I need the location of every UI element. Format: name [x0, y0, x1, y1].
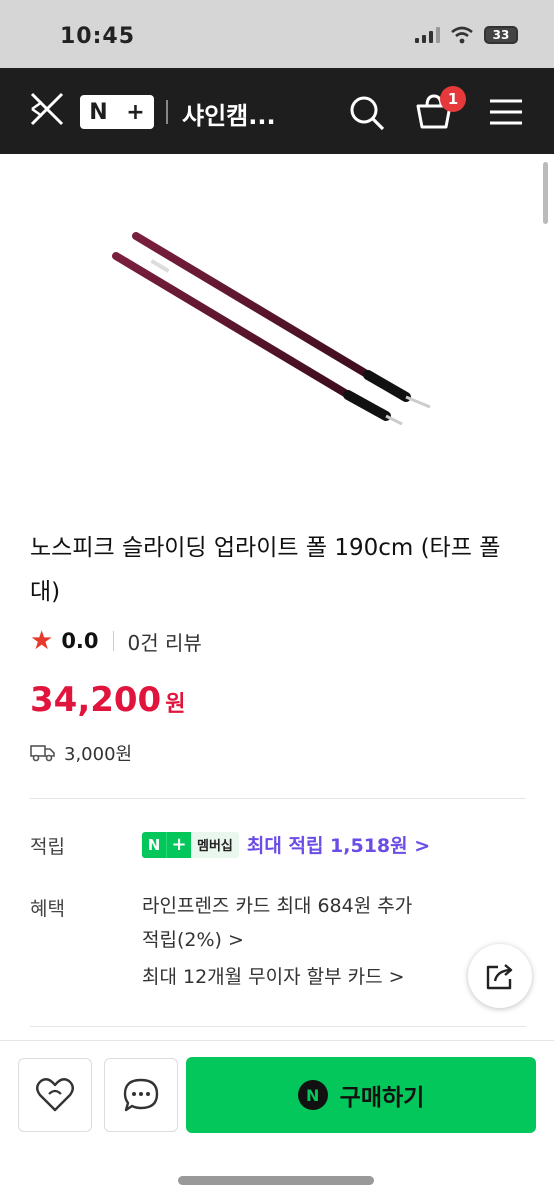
product-image[interactable] — [50, 180, 504, 490]
talk-button[interactable] — [104, 1058, 178, 1132]
logo-n: N — [89, 99, 108, 125]
close-icon[interactable] — [28, 90, 66, 128]
wifi-icon — [451, 26, 473, 44]
menu-icon[interactable] — [488, 98, 524, 126]
chat-icon — [123, 1078, 159, 1112]
wishlist-button[interactable] — [18, 1058, 92, 1132]
benefits-label: 혜택 — [30, 898, 65, 920]
naver-plus-membership-badge: N + 멤버십 — [142, 831, 239, 858]
rating-separator — [112, 631, 114, 651]
naver-pay-icon: N — [297, 1080, 328, 1110]
price-row: 34,200 원 — [30, 680, 185, 720]
status-bar: 10:45 33 — [0, 0, 554, 68]
share-icon — [486, 964, 513, 990]
points-row[interactable]: N + 멤버십 최대 적립 1,518원 > — [142, 831, 430, 858]
search-icon[interactable] — [348, 94, 386, 132]
buy-button-label: 구매하기 — [339, 1085, 425, 1111]
status-time: 10:45 — [60, 24, 136, 49]
rating-score: 0.0 — [61, 629, 99, 653]
price-value: 34,200 — [30, 680, 162, 720]
cellular-signal-icon — [415, 27, 440, 43]
price-currency: 원 — [165, 692, 186, 717]
review-count[interactable]: 0건 리뷰 — [128, 627, 202, 656]
share-button[interactable] — [468, 944, 532, 1008]
badge-plus: + — [166, 831, 191, 858]
scrollbar[interactable] — [543, 162, 548, 224]
battery-icon: 33 — [484, 26, 518, 44]
logo-plus: + — [126, 99, 145, 125]
buy-button[interactable]: N 구매하기 — [186, 1057, 536, 1133]
product-title: 노스피크 슬라이딩 업라이트 폴 190cm (타프 폴대) — [30, 535, 501, 605]
naver-plus-logo[interactable]: N + — [80, 95, 154, 129]
rating-row[interactable]: ★ 0.0 0건 리뷰 — [30, 626, 202, 656]
card-benefit-line1[interactable]: 라인프렌즈 카드 최대 684원 추가 — [142, 889, 412, 923]
header-divider — [166, 100, 168, 124]
max-points-link[interactable]: 최대 적립 1,518원 > — [247, 831, 430, 858]
badge-n: N — [142, 831, 166, 858]
badge-membership-text: 멤버십 — [191, 831, 239, 858]
section-divider — [30, 798, 526, 799]
shipping-info: 3,000원 — [30, 740, 132, 766]
section-divider-bottom — [30, 1026, 526, 1027]
pole-front — [112, 252, 403, 426]
status-icons: 33 — [415, 26, 518, 44]
home-indicator[interactable] — [178, 1176, 374, 1185]
shipping-fee: 3,000원 — [64, 744, 133, 765]
heart-icon — [36, 1078, 74, 1112]
truck-icon — [30, 745, 55, 762]
card-benefit-line2[interactable]: 적립(2%) > — [142, 923, 244, 957]
pole-back — [132, 232, 431, 409]
store-name[interactable]: 샤인캠... — [182, 96, 276, 131]
pole-label-mark — [150, 259, 170, 273]
star-icon: ★ — [30, 626, 54, 656]
installment-benefit[interactable]: 최대 12개월 무이자 할부 카드 > — [142, 960, 405, 994]
points-label: 적립 — [30, 836, 65, 858]
cart-count-badge: 1 — [440, 86, 466, 112]
